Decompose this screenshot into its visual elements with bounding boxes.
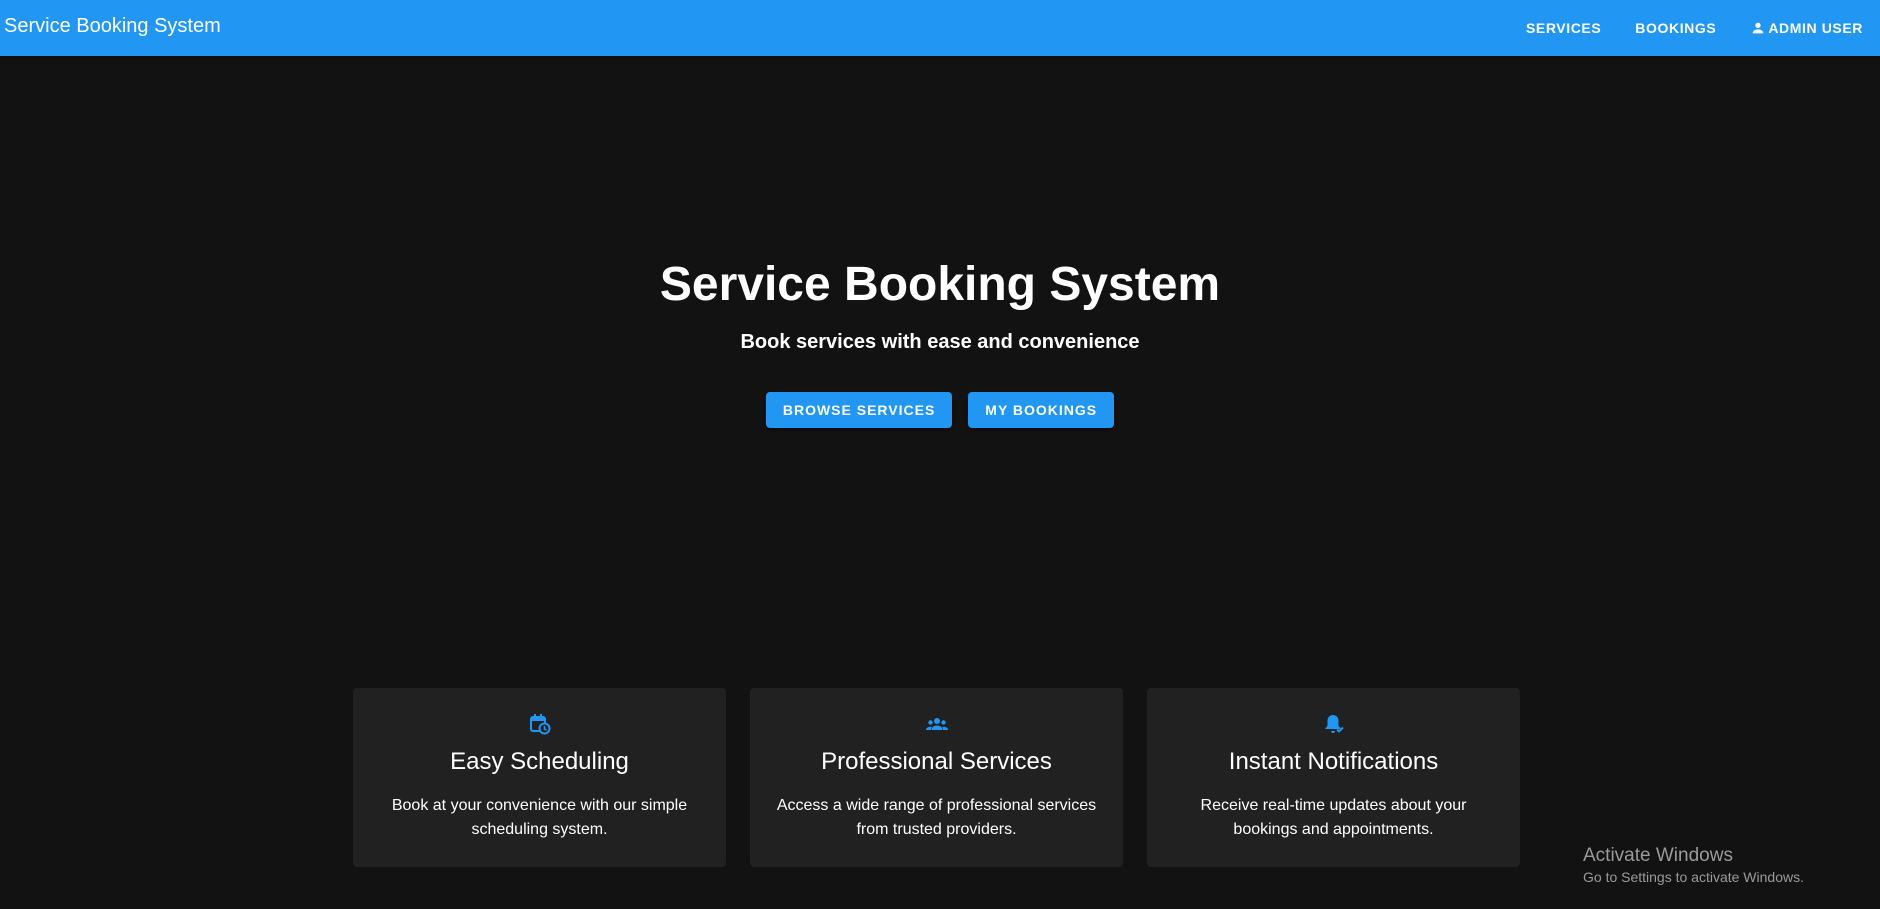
notification-check-icon: [1322, 712, 1346, 736]
group-icon: [925, 712, 949, 736]
nav-services-label: SERVICES: [1525, 20, 1602, 36]
features-section: Easy Scheduling Book at your convenience…: [353, 688, 1520, 867]
feature-title: Instant Notifications: [1228, 748, 1439, 775]
calendar-clock-icon: [528, 712, 552, 736]
nav-admin-user-button[interactable]: ADMIN USER: [1733, 10, 1880, 46]
watermark-subtitle: Go to Settings to activate Windows.: [1583, 869, 1804, 885]
feature-title: Professional Services: [821, 748, 1052, 775]
feature-text: Access a wide range of professional serv…: [776, 797, 1097, 838]
nav-bookings-button[interactable]: BOOKINGS: [1618, 10, 1733, 46]
my-bookings-button[interactable]: MY BOOKINGS: [968, 392, 1115, 428]
feature-card-notifications: Instant Notifications Receive real-time …: [1147, 688, 1520, 867]
feature-text: Receive real-time updates about your boo…: [1200, 797, 1467, 838]
feature-text: Book at your convenience with our simple…: [391, 797, 688, 838]
person-icon: [1750, 20, 1766, 36]
hero-actions: BROWSE SERVICES MY BOOKINGS: [0, 392, 1880, 428]
feature-card-professional: Professional Services Access a wide rang…: [750, 688, 1123, 867]
top-nav: SERVICES BOOKINGS ADMIN USER: [1509, 0, 1880, 56]
hero-subtitle: Book services with ease and convenience: [740, 331, 1140, 353]
nav-admin-user-label: ADMIN USER: [1768, 20, 1863, 36]
feature-card-scheduling: Easy Scheduling Book at your convenience…: [353, 688, 726, 867]
feature-title: Easy Scheduling: [450, 748, 629, 775]
app-bar: Service Booking System SERVICES BOOKINGS…: [0, 0, 1880, 56]
activate-windows-watermark: Activate Windows Go to Settings to activ…: [1583, 844, 1804, 886]
watermark-title: Activate Windows: [1583, 845, 1733, 866]
browse-services-button[interactable]: BROWSE SERVICES: [765, 392, 953, 428]
brand-title[interactable]: Service Booking System: [4, 14, 221, 38]
nav-services-button[interactable]: SERVICES: [1509, 10, 1618, 46]
hero-title: Service Booking System: [659, 258, 1221, 311]
nav-bookings-label: BOOKINGS: [1635, 20, 1717, 36]
